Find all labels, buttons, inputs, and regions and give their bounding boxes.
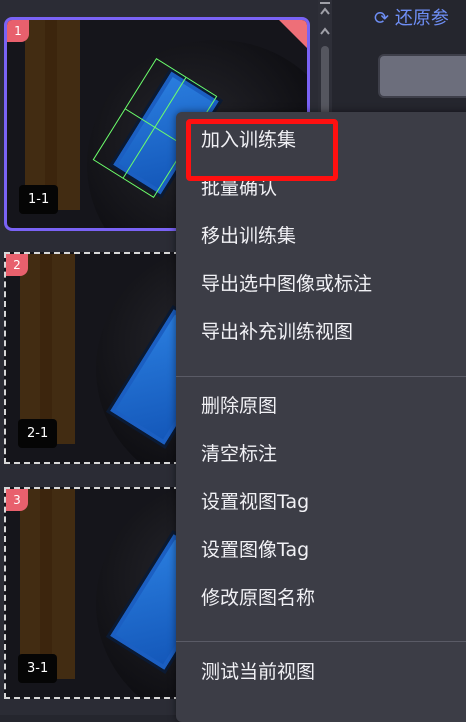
selected-corner-mark bbox=[279, 20, 307, 48]
menu-item-export-supplement[interactable]: 导出补充训练视图 bbox=[201, 317, 353, 344]
menu-separator bbox=[176, 641, 466, 642]
thumbnail-label: 2-1 bbox=[18, 419, 58, 448]
menu-item-clear-annotations[interactable]: 清空标注 bbox=[201, 439, 277, 466]
restore-label: 还原参 bbox=[394, 8, 449, 29]
background-object bbox=[40, 254, 52, 444]
background-object bbox=[40, 489, 52, 679]
menu-item-set-view-tag[interactable]: 设置视图Tag bbox=[201, 487, 309, 514]
menu-item-delete-original[interactable]: 删除原图 bbox=[201, 391, 277, 418]
refresh-icon: ⟳ bbox=[374, 8, 390, 29]
context-menu: 加入训练集 批量确认 移出训练集 导出选中图像或标注 导出补充训练视图 删除原图… bbox=[176, 112, 466, 722]
thumbnail-index-badge: 3 bbox=[6, 489, 28, 511]
thumbnail-index-badge: 2 bbox=[6, 254, 28, 276]
highlight-box bbox=[186, 119, 338, 181]
chevron-up-icon[interactable] bbox=[318, 22, 332, 42]
settings-button[interactable] bbox=[378, 54, 466, 98]
menu-item-test-current-view[interactable]: 测试当前视图 bbox=[201, 657, 315, 684]
thumbnail-index-badge: 1 bbox=[7, 20, 29, 42]
menu-item-rename-original[interactable]: 修改原图名称 bbox=[201, 583, 315, 610]
menu-item-export-selected[interactable]: 导出选中图像或标注 bbox=[201, 269, 372, 296]
menu-item-remove-from-training[interactable]: 移出训练集 bbox=[201, 221, 296, 248]
menu-item-set-image-tag[interactable]: 设置图像Tag bbox=[201, 535, 309, 562]
menu-separator bbox=[176, 376, 466, 377]
thumbnail-label: 1-1 bbox=[19, 185, 59, 214]
restore-params-button[interactable]: ⟳ 还原参 bbox=[374, 4, 449, 30]
thumbnail-label: 3-1 bbox=[18, 654, 58, 683]
background-object bbox=[45, 20, 57, 210]
